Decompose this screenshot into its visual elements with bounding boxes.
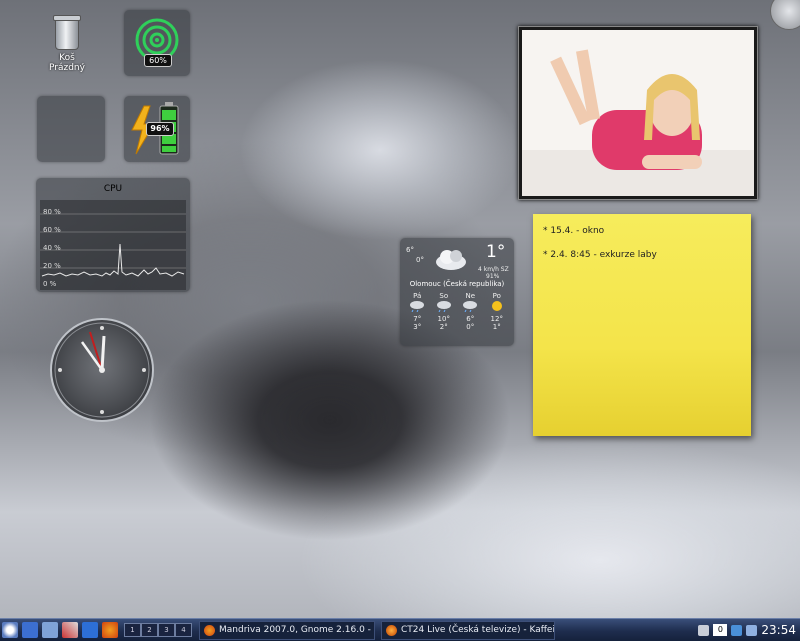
trash-label: Koš [59, 53, 75, 63]
weather-wind: 4 km/h SZ [478, 266, 509, 273]
clock-face-icon [50, 318, 154, 422]
desktop-pager[interactable]: 1 2 3 4 [124, 623, 192, 637]
cpu-tick-0: 0 % [43, 280, 57, 288]
cpu-tick-20: 20 % [43, 262, 61, 270]
weather-forecast: Pá 7° 3° So 10° 2° Ne 6° 0° Po 12° 1° [404, 292, 510, 331]
volume-icon[interactable] [746, 624, 758, 636]
forecast-high: 12° [490, 315, 503, 323]
sun-icon [491, 301, 502, 311]
cpu-monitor-widget[interactable]: CPU 80 % 60 % 40 % 20 % 0 % [36, 178, 190, 292]
task-label: Mandriva 2007.0, Gnome 2.16.0 - deski [219, 625, 374, 635]
forecast-day-name: Pá [413, 292, 422, 300]
cpu-tick-40: 40 % [43, 244, 61, 252]
forecast-day: Po 12° 1° [489, 292, 505, 331]
forecast-day-name: So [439, 292, 449, 300]
trash-icon [53, 15, 81, 50]
weather-humidity: 91% [486, 273, 500, 280]
taskbar-clock[interactable]: 23:54 [761, 623, 796, 637]
tray-app-icon[interactable] [698, 624, 710, 636]
cpu-title: CPU [103, 184, 123, 194]
sticky-note-widget[interactable]: * 15.4. - okno * 2.4. 8:45 - exkurze lab… [533, 214, 751, 436]
photo-picture [522, 49, 754, 196]
printer-icon[interactable] [42, 622, 58, 638]
task-label: CT24 Live (Česká televize) - Kaffeine Pl… [401, 625, 555, 635]
forecast-high: 6° [466, 315, 475, 323]
weather-current-temp: 1° [486, 242, 506, 262]
pager-desktop-2[interactable]: 2 [141, 623, 158, 637]
note-line[interactable]: * 2.4. 8:45 - exkurze laby [543, 250, 657, 260]
battery-charge-label: 96% [146, 122, 174, 136]
weather-location: Olomouc (Česká republika) [409, 280, 505, 288]
taskbar: 1 2 3 4 Mandriva 2007.0, Gnome 2.16.0 - … [0, 618, 800, 641]
start-menu-icon[interactable] [2, 622, 18, 638]
tools-icon[interactable] [62, 622, 78, 638]
cpu-tick-80: 80 % [43, 208, 61, 216]
forecast-day: Ne 6° 0° [462, 292, 478, 331]
task-button-firefox[interactable]: Mandriva 2007.0, Gnome 2.16.0 - deski [199, 620, 375, 640]
task-button-kaffeine[interactable]: CT24 Live (Česká televize) - Kaffeine Pl… [381, 620, 555, 640]
weather-high: 6° [406, 246, 414, 254]
weather-widget[interactable]: 6° 0° 1° 4 km/h SZ 91% Olomouc (Česká re… [400, 238, 514, 346]
forecast-high: 7° [413, 315, 422, 323]
tray-counter[interactable]: 0 [713, 624, 728, 636]
wifi-widget[interactable]: 60% [124, 10, 190, 76]
pager-desktop-3[interactable]: 3 [158, 623, 175, 637]
forecast-low: 2° [439, 323, 448, 331]
pager-desktop-4[interactable]: 4 [175, 623, 192, 637]
forecast-day: So 10° 2° [436, 292, 452, 331]
kaffeine-icon [386, 624, 397, 636]
forecast-day: Pá 7° 3° [409, 292, 425, 331]
weather-low: 0° [416, 256, 424, 264]
monitor-icon[interactable] [82, 622, 98, 638]
wifi-signal-label: 60% [144, 54, 172, 67]
analog-clock-widget[interactable] [48, 316, 156, 424]
rain-icon [410, 301, 425, 313]
empty-widget [37, 96, 105, 162]
desktop-toolbox-button[interactable] [770, 0, 800, 30]
rain-icon [463, 301, 478, 313]
rain-icon [436, 301, 451, 313]
forecast-low: 3° [413, 323, 422, 331]
bluetooth-icon[interactable] [731, 624, 743, 636]
cpu-tick-60: 60 % [43, 226, 61, 234]
firefox-launcher-icon[interactable] [102, 622, 118, 638]
cpu-plot: 80 % 60 % 40 % 20 % 0 % [40, 200, 186, 290]
firefox-icon [204, 624, 215, 636]
battery-widget[interactable]: 96% [124, 96, 190, 162]
forecast-high: 10° [437, 315, 450, 323]
note-line[interactable]: * 15.4. - okno [543, 226, 604, 236]
cloudy-weather-icon [436, 250, 466, 270]
forecast-low: 1° [492, 323, 501, 331]
trash-state: Prázdný [49, 63, 85, 73]
photo-image [522, 30, 754, 196]
system-tray: 0 23:54 [698, 623, 800, 637]
pager-desktop-1[interactable]: 1 [124, 623, 141, 637]
forecast-day-name: Ne [465, 292, 476, 300]
trash-desktop-icon[interactable]: Koš Prázdný [42, 15, 92, 73]
forecast-low: 0° [466, 323, 475, 331]
show-desktop-icon[interactable] [22, 622, 38, 638]
forecast-day-name: Po [492, 292, 501, 300]
photo-frame-widget[interactable] [518, 26, 758, 200]
